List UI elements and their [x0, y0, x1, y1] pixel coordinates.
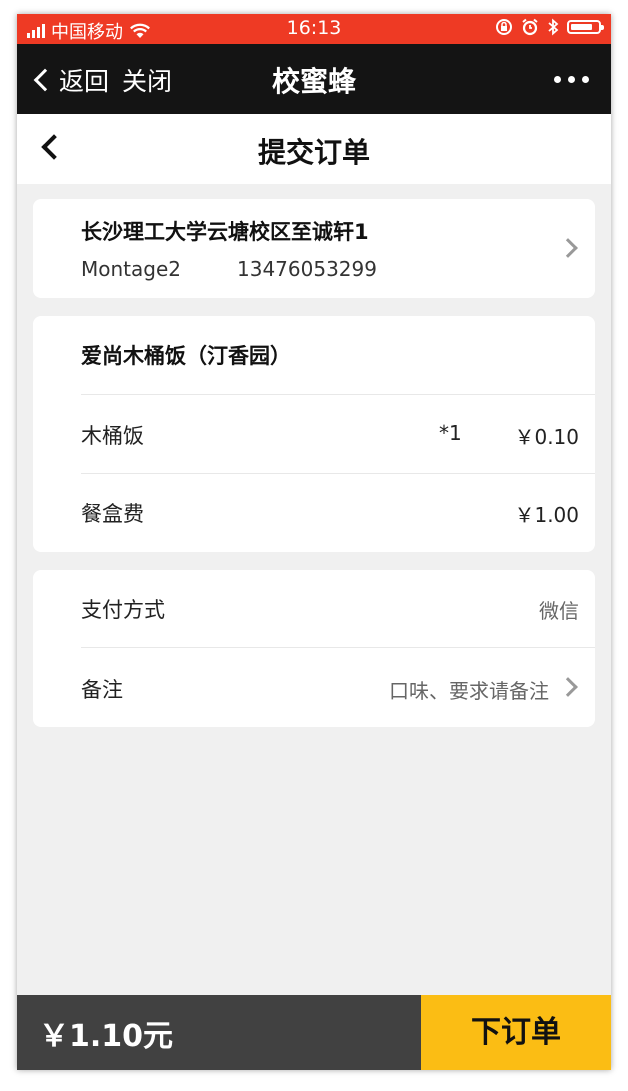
delivery-address: 长沙理工大学云塘校区至诚轩1	[81, 220, 369, 244]
divider	[81, 394, 595, 395]
checkout-bar: ￥1.10元 下订单	[17, 995, 611, 1070]
battery-icon	[567, 20, 604, 34]
total-amount: ￥1.10元	[39, 1019, 174, 1054]
box-fee-label: 餐盒费	[81, 502, 144, 526]
divider	[81, 647, 595, 648]
app-title: 校蜜蜂	[271, 65, 356, 98]
page-title: 提交订单	[257, 136, 370, 169]
address-card[interactable]: 长沙理工大学云塘校区至诚轩1 Montage2 13476053299	[33, 199, 595, 298]
payment-card: 支付方式 微信 备注 口味、要求请备注	[33, 570, 595, 727]
total-box: ￥1.10元	[17, 995, 421, 1070]
item-price: ￥0.10	[514, 425, 579, 449]
box-fee-price: ￥1.00	[514, 503, 579, 527]
order-card: 爱尚木桶饭（汀香园） 木桶饭 *1 ￥0.10 餐盒费 ￥1.00	[33, 316, 595, 552]
place-order-label: 下订单	[471, 1016, 561, 1049]
status-bar: 中国移动 16:13	[17, 14, 611, 44]
lock-rotation-icon	[496, 19, 512, 35]
chevron-right-icon[interactable]	[558, 677, 578, 697]
note-label: 备注	[81, 678, 123, 702]
divider	[81, 473, 595, 474]
payment-method-label: 支付方式	[81, 598, 165, 622]
phone-screen: 中国移动 16:13 返回 关闭 校蜜蜂 提交订单 长沙理工大学云塘校区至诚轩1…	[17, 14, 611, 1070]
shop-name: 爱尚木桶饭（汀香园）	[81, 344, 291, 368]
item-name: 木桶饭	[81, 424, 144, 448]
page-header: 提交订单	[17, 114, 611, 184]
place-order-button[interactable]: 下订单	[421, 995, 611, 1070]
more-dots-icon[interactable]	[554, 76, 589, 83]
alarm-icon	[522, 18, 538, 36]
note-field[interactable]: 口味、要求请备注	[389, 675, 549, 704]
chevron-right-icon	[558, 238, 578, 258]
payment-method-value[interactable]: 微信	[539, 595, 579, 624]
recipient-name: Montage2	[81, 257, 181, 281]
item-quantity: *1	[439, 421, 462, 445]
status-right	[495, 18, 604, 36]
recipient-phone: 13476053299	[237, 257, 377, 281]
wechat-nav-bar: 返回 关闭 校蜜蜂	[17, 44, 611, 114]
bluetooth-icon	[548, 18, 559, 36]
